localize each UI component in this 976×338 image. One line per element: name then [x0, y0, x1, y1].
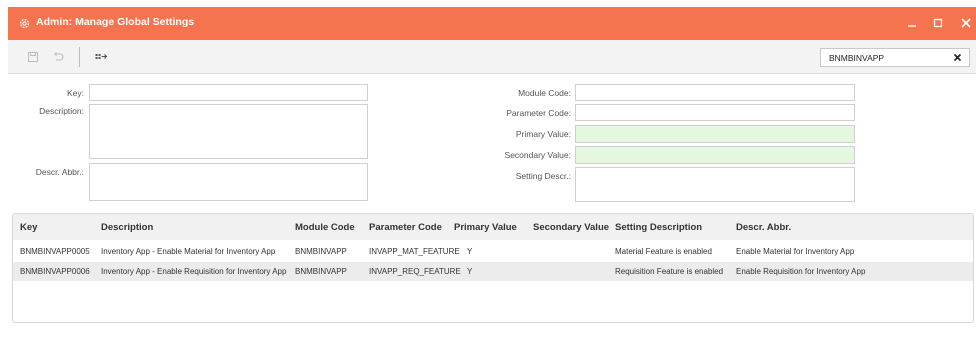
export-icon[interactable]: [94, 50, 108, 64]
title-bar: Admin: Manage Global Settings: [8, 7, 976, 40]
description-label: Description:: [39, 106, 84, 116]
cell-descr-abbr: Enable Material for Inventory App: [736, 247, 855, 256]
setting-descr-field[interactable]: [575, 167, 855, 202]
close-icon[interactable]: [958, 15, 974, 31]
primary-value-label: Primary Value:: [515, 129, 571, 139]
setting-descr-label: Setting Descr.:: [515, 171, 571, 181]
toolbar-separator: [79, 47, 80, 67]
cell-setting-description: Material Feature is enabled: [615, 247, 712, 256]
cell-descr-abbr: Enable Requisition for Inventory App: [736, 267, 866, 276]
description-field[interactable]: [89, 104, 368, 159]
minimize-icon[interactable]: [904, 15, 920, 31]
cell-key: BNMBINVAPP0005: [20, 247, 90, 256]
search-box[interactable]: [820, 48, 970, 67]
column-header-setting-description[interactable]: Setting Description: [615, 222, 702, 233]
cell-setting-description: Requisition Feature is enabled: [615, 267, 724, 276]
column-header-descr-abbr[interactable]: Descr. Abbr.: [736, 222, 791, 233]
cell-parameter-code: INVAPP_REQ_FEATURE: [369, 267, 461, 276]
column-header-secondary-value[interactable]: Secondary Value: [533, 222, 609, 233]
cell-description: Inventory App - Enable Material for Inve…: [101, 247, 276, 256]
descr-abbr-label: Descr. Abbr.:: [35, 167, 84, 177]
primary-value-field[interactable]: [575, 125, 855, 143]
module-code-label: Module Code:: [518, 88, 571, 98]
column-header-module-code[interactable]: Module Code: [295, 222, 355, 233]
column-header-parameter-code[interactable]: Parameter Code: [369, 222, 442, 233]
key-label: Key:: [66, 88, 84, 98]
table-row[interactable]: BNMBINVAPP0005 Inventory App - Enable Ma…: [13, 242, 973, 261]
cell-key: BNMBINVAPP0006: [20, 267, 90, 276]
settings-grid: Key Description Module Code Parameter Co…: [12, 213, 974, 323]
cell-description: Inventory App - Enable Requisition for I…: [101, 267, 287, 276]
key-field[interactable]: [89, 84, 368, 101]
undo-icon[interactable]: [51, 50, 65, 64]
descr-abbr-field[interactable]: [89, 163, 368, 201]
cell-module-code: BNMBINVAPP: [295, 247, 347, 256]
cell-primary-value: Y: [467, 267, 473, 276]
parameter-code-field[interactable]: [575, 104, 855, 121]
parameter-code-label: Parameter Code:: [506, 108, 571, 118]
module-code-field[interactable]: [575, 84, 855, 101]
cell-parameter-code: INVAPP_MAT_FEATURE: [369, 247, 460, 256]
secondary-value-field[interactable]: [575, 146, 855, 164]
column-header-key[interactable]: Key: [20, 222, 37, 233]
toolbar: [8, 40, 976, 74]
search-input[interactable]: [829, 52, 939, 64]
window-title: Admin: Manage Global Settings: [36, 16, 195, 28]
cell-primary-value: Y: [467, 247, 473, 256]
secondary-value-label: Secondary Value:: [504, 150, 571, 160]
gear-icon[interactable]: [18, 17, 31, 30]
clear-search-icon[interactable]: [951, 51, 964, 64]
table-row[interactable]: BNMBINVAPP0006 Inventory App - Enable Re…: [13, 262, 973, 281]
column-header-primary-value[interactable]: Primary Value: [454, 222, 517, 233]
grid-header: Key Description Module Code Parameter Co…: [13, 214, 973, 240]
cell-module-code: BNMBINVAPP: [295, 267, 347, 276]
column-header-description[interactable]: Description: [101, 222, 153, 233]
save-icon[interactable]: [26, 50, 40, 64]
maximize-icon[interactable]: [930, 15, 946, 31]
